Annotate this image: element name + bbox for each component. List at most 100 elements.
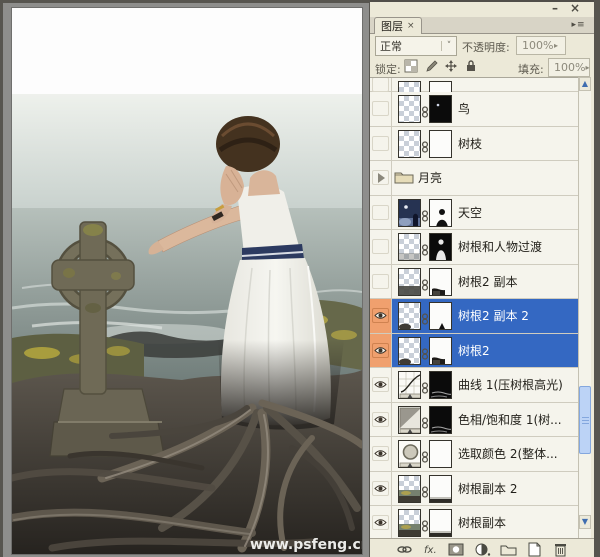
scroll-down-icon[interactable]: ▼: [579, 515, 591, 529]
layer-thumbnail[interactable]: [398, 302, 421, 330]
layers-list: 鸟树枝月亮天空树根和人物过渡树根2 副本树根2 副本 2树根2曲线 1(压树根高…: [370, 77, 578, 539]
canvas-background: www.psfeng.cn: [3, 3, 369, 557]
expand-triangle-icon[interactable]: [378, 173, 385, 183]
link-layers-icon[interactable]: [396, 542, 413, 557]
layer-thumbnail[interactable]: [398, 337, 421, 365]
layer-mask-thumbnail[interactable]: [429, 233, 452, 261]
visibility-toggle[interactable]: [370, 127, 392, 161]
layer-row[interactable]: 选取颜色 2(整体...: [370, 437, 578, 472]
layer-mask-thumbnail[interactable]: [429, 406, 452, 434]
tab-layers-label: 图层: [381, 18, 403, 34]
layer-mask-thumbnail[interactable]: [429, 199, 452, 227]
layer-mask-thumbnail[interactable]: [429, 95, 452, 123]
lock-paint-icon[interactable]: [424, 58, 439, 73]
link-icon: [421, 103, 429, 115]
layer-mask-thumbnail[interactable]: [429, 337, 452, 365]
visibility-toggle[interactable]: [370, 368, 392, 402]
layer-thumbnail[interactable]: [398, 406, 421, 434]
visibility-toggle[interactable]: [370, 196, 392, 230]
watermark: www.psfeng.cn: [250, 537, 362, 553]
scroll-up-icon[interactable]: ▲: [579, 77, 591, 91]
layer-row[interactable]: 色相/饱和度 1(树...: [370, 403, 578, 438]
layer-row[interactable]: 树根副本 2: [370, 472, 578, 507]
visibility-toggle[interactable]: [370, 230, 392, 264]
layer-thumbnail[interactable]: [398, 268, 421, 296]
layer-thumbnail[interactable]: [398, 440, 421, 468]
layer-thumbnail[interactable]: [398, 199, 421, 227]
layer-name: 树根副本: [458, 506, 506, 539]
layer-style-icon[interactable]: fx.: [422, 542, 439, 557]
layer-row[interactable]: 鸟: [370, 92, 578, 127]
layers-panel: – × 图层 × ▸≡ 正常 ˅ 不透明度: 100% ▸ 锁定: 填充:: [370, 0, 594, 557]
new-layer-icon[interactable]: [526, 542, 543, 557]
layer-mask-thumbnail[interactable]: [429, 268, 452, 296]
layer-mask-thumbnail[interactable]: [429, 440, 452, 468]
layer-mask-thumbnail[interactable]: [429, 371, 452, 399]
palette-titlebar: – ×: [370, 2, 594, 17]
panel-controls: 正常 ˅ 不透明度: 100% ▸ 锁定: 填充: 100% ▸: [370, 34, 594, 77]
panel-menu-icon[interactable]: ▸≡: [568, 18, 588, 32]
tab-close-icon[interactable]: ×: [407, 21, 415, 31]
layer-mask-thumbnail[interactable]: [429, 509, 452, 537]
layer-row[interactable]: 天空: [370, 196, 578, 231]
fill-value: 100%: [549, 61, 585, 74]
link-icon: [421, 345, 429, 357]
visibility-toggle[interactable]: [370, 78, 392, 91]
new-group-icon[interactable]: [500, 542, 517, 557]
visibility-toggle[interactable]: [370, 403, 392, 437]
layer-thumbnail[interactable]: [398, 95, 421, 123]
layer-mask-thumbnail[interactable]: [429, 475, 452, 503]
layer-thumbnail[interactable]: [398, 371, 421, 399]
link-icon: [421, 448, 429, 460]
visibility-toggle[interactable]: [370, 472, 392, 506]
scrollbar-thumb[interactable]: [579, 386, 591, 454]
layer-mask-thumbnail[interactable]: [429, 130, 452, 158]
opacity-input[interactable]: 100% ▸: [516, 36, 566, 55]
link-icon: [421, 517, 429, 529]
visibility-toggle[interactable]: [370, 265, 392, 299]
lock-transparency-icon[interactable]: [404, 58, 419, 73]
layer-row[interactable]: 曲线 1(压树根高光): [370, 368, 578, 403]
fill-label: 填充:: [518, 61, 544, 77]
tab-layers[interactable]: 图层 ×: [374, 17, 422, 34]
blend-mode-select[interactable]: 正常 ˅: [375, 36, 457, 56]
layer-row-partial[interactable]: [370, 78, 578, 92]
visibility-toggle[interactable]: [370, 506, 392, 539]
layer-row[interactable]: 树枝: [370, 127, 578, 162]
delete-layer-icon[interactable]: [552, 542, 569, 557]
add-mask-icon[interactable]: [448, 542, 465, 557]
layer-row[interactable]: 树根2 副本: [370, 265, 578, 300]
scrub-arrow-icon[interactable]: ▸: [585, 63, 589, 72]
link-icon: [421, 138, 429, 150]
scrub-arrow-icon[interactable]: ▸: [554, 41, 565, 50]
layer-name: 选取颜色 2(整体...: [458, 437, 558, 471]
fill-input[interactable]: 100% ▸: [548, 58, 590, 77]
visibility-toggle[interactable]: [370, 299, 392, 333]
visibility-toggle[interactable]: [370, 92, 392, 126]
folder-icon: [394, 169, 414, 188]
layer-thumbnail[interactable]: [398, 130, 421, 158]
layer-thumbnail[interactable]: [398, 233, 421, 261]
layer-row[interactable]: 树根副本: [370, 506, 578, 539]
layers-scrollbar[interactable]: ▲ ▼: [578, 77, 591, 538]
layer-name: 曲线 1(压树根高光): [458, 368, 563, 402]
close-icon[interactable]: ×: [570, 2, 580, 15]
minimize-icon[interactable]: –: [552, 2, 558, 15]
visibility-toggle[interactable]: [370, 437, 392, 471]
adjustment-layer-icon[interactable]: [474, 542, 491, 557]
layer-thumbnail[interactable]: [398, 475, 421, 503]
layer-name: 树枝: [458, 127, 482, 161]
visibility-toggle[interactable]: [370, 334, 392, 368]
panel-bottom-bar: fx.: [370, 538, 594, 557]
photo-illustration: www.psfeng.cn: [12, 8, 362, 554]
layer-name: 月亮: [418, 161, 442, 195]
photo-canvas[interactable]: www.psfeng.cn: [12, 8, 362, 554]
layer-row[interactable]: 树根和人物过渡: [370, 230, 578, 265]
layer-row[interactable]: 树根2: [370, 334, 578, 369]
layer-thumbnail[interactable]: [398, 509, 421, 537]
layer-row[interactable]: 树根2 副本 2: [370, 299, 578, 334]
layer-row-group[interactable]: 月亮: [370, 161, 578, 196]
lock-move-icon[interactable]: [444, 58, 459, 73]
lock-all-icon[interactable]: [464, 58, 479, 73]
layer-mask-thumbnail[interactable]: [429, 302, 452, 330]
